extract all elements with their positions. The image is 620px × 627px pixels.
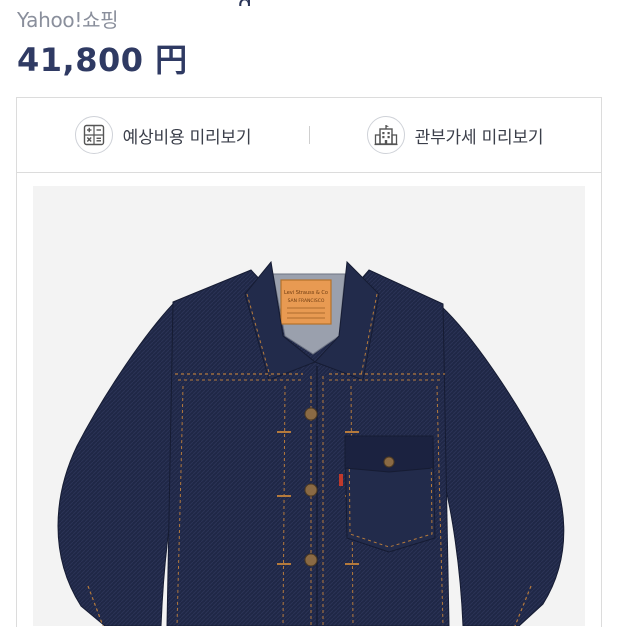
estimated-cost-label: 예상비용 미리보기 (122, 127, 252, 148)
leather-patch: Levi Strauss & Co SAN FRANCISCO (280, 279, 332, 325)
product-panel: 예상비용 미리보기 관부가세 미리보기 Levi Strauss & Co SA… (16, 97, 602, 627)
product-image[interactable]: Levi Strauss & Co SAN FRANCISCO (33, 186, 585, 626)
left-sleeve (57, 302, 184, 626)
toolbar-divider (309, 126, 310, 144)
shop-name: Yahoo!쇼핑 (17, 8, 119, 32)
price: 41,800 円 (17, 41, 188, 79)
calculator-icon (74, 116, 113, 154)
customs-duty-label: 관부가세 미리보기 (414, 127, 544, 148)
svg-text:SAN FRANCISCO: SAN FRANCISCO (288, 298, 325, 304)
preview-toolbar: 예상비용 미리보기 관부가세 미리보기 (17, 98, 601, 173)
estimated-cost-preview-button[interactable]: 예상비용 미리보기 (17, 98, 309, 172)
building-icon (366, 116, 405, 154)
customs-duty-preview-button[interactable]: 관부가세 미리보기 (309, 98, 601, 172)
svg-text:Levi Strauss & Co: Levi Strauss & Co (284, 290, 328, 296)
right-sleeve (436, 304, 565, 626)
